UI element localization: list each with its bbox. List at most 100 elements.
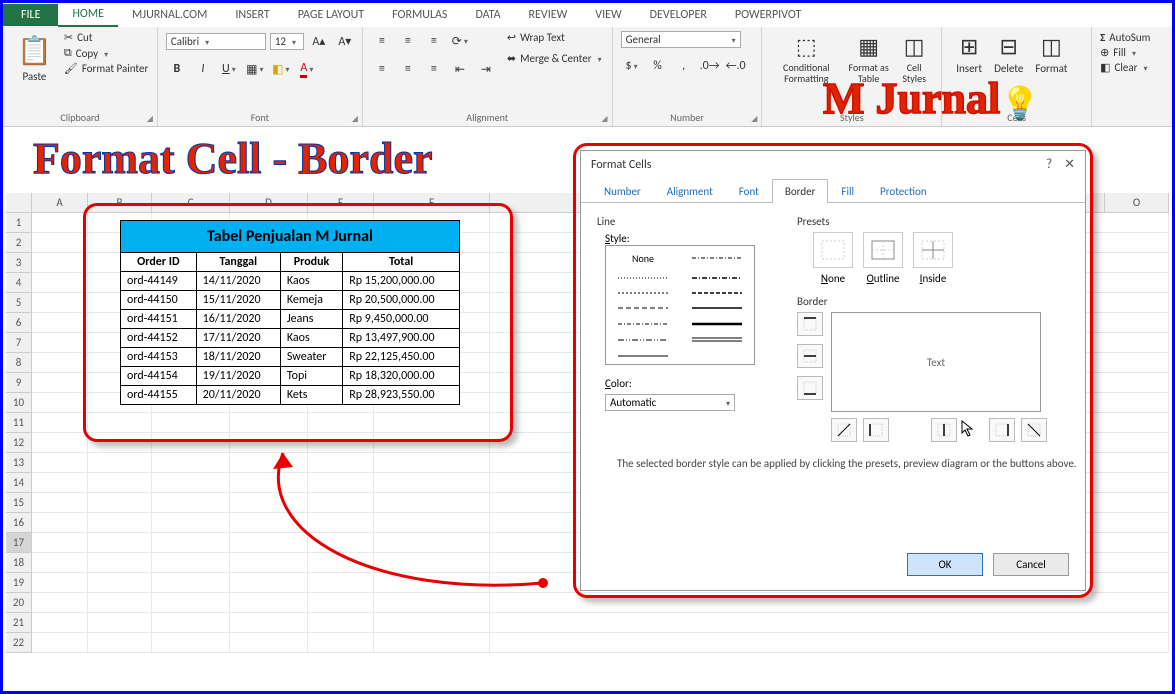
- row-header[interactable]: 9: [6, 373, 32, 393]
- border-diag-down-button[interactable]: [1021, 418, 1047, 442]
- align-right-icon[interactable]: ≡: [423, 59, 445, 79]
- help-icon[interactable]: ?: [1046, 157, 1052, 172]
- dialog-tab-font[interactable]: Font: [726, 179, 772, 203]
- font-color-button[interactable]: A: [296, 59, 318, 79]
- border-diag-up-button[interactable]: [831, 418, 857, 442]
- row-header[interactable]: 17: [6, 533, 32, 553]
- align-bottom-icon[interactable]: ≡: [423, 31, 445, 51]
- ok-button[interactable]: OK: [907, 553, 983, 576]
- row-header[interactable]: 5: [6, 293, 32, 313]
- increase-decimal-icon[interactable]: .0→: [699, 56, 721, 76]
- dialog-tab-fill[interactable]: Fill: [828, 179, 867, 203]
- decrease-decimal-icon[interactable]: ←.0: [725, 56, 747, 76]
- row-header[interactable]: 8: [6, 353, 32, 373]
- wrap-text-button[interactable]: ↩Wrap Text: [507, 31, 602, 44]
- border-preview[interactable]: Text: [831, 312, 1041, 412]
- format-as-table-button[interactable]: ▦Format as Table: [842, 31, 895, 86]
- row-header[interactable]: 22: [6, 633, 32, 653]
- tab-insert[interactable]: INSERT: [221, 4, 283, 26]
- tab-file[interactable]: FILE: [3, 4, 58, 26]
- number-launcher[interactable]: ◢: [751, 114, 757, 124]
- increase-font-icon[interactable]: A▴: [308, 31, 330, 51]
- cancel-button[interactable]: Cancel: [993, 553, 1069, 576]
- row-header[interactable]: 11: [6, 413, 32, 433]
- row-header[interactable]: 7: [6, 333, 32, 353]
- font-name-select[interactable]: Calibri: [166, 33, 266, 50]
- preset-inside[interactable]: Inside: [913, 232, 953, 285]
- cut-button[interactable]: ✂Cut: [64, 31, 148, 44]
- row-header[interactable]: 12: [6, 433, 32, 453]
- tab-data[interactable]: DATA: [461, 4, 514, 26]
- close-icon[interactable]: ✕: [1064, 157, 1075, 172]
- row-header[interactable]: 15: [6, 493, 32, 513]
- preset-outline[interactable]: Outline: [863, 232, 903, 285]
- merge-center-button[interactable]: ⬌Merge & Center: [507, 52, 602, 65]
- fill-color-button[interactable]: ◧: [270, 59, 292, 79]
- clipboard-launcher[interactable]: ◢: [147, 114, 153, 124]
- align-left-icon[interactable]: ≡: [371, 59, 393, 79]
- comma-format-icon[interactable]: ,: [673, 56, 695, 76]
- tab-powerpivot[interactable]: POWERPIVOT: [721, 4, 815, 26]
- format-painter-button[interactable]: 🖌Format Painter: [64, 62, 148, 75]
- row-header[interactable]: 19: [6, 573, 32, 593]
- dialog-tab-border[interactable]: Border: [772, 179, 829, 203]
- tab-mjurnalcom[interactable]: MJURNAL.COM: [118, 4, 221, 26]
- border-middle-h-button[interactable]: [797, 344, 823, 368]
- decrease-font-icon[interactable]: A▾: [334, 31, 356, 51]
- font-launcher[interactable]: ◢: [352, 114, 358, 124]
- dialog-tab-protection[interactable]: Protection: [867, 179, 940, 203]
- dialog-tab-alignment[interactable]: Alignment: [654, 179, 726, 203]
- row-header[interactable]: 10: [6, 393, 32, 413]
- indent-decrease-icon[interactable]: ⇤: [449, 59, 471, 79]
- tab-pagelayout[interactable]: PAGE LAYOUT: [284, 4, 378, 26]
- col-header[interactable]: A: [32, 193, 88, 212]
- italic-button[interactable]: I: [192, 59, 214, 79]
- row-header[interactable]: 1: [6, 213, 32, 233]
- accounting-format-icon[interactable]: $: [621, 56, 643, 76]
- border-color-select[interactable]: Automatic: [605, 394, 735, 411]
- delete-cells-button[interactable]: ⊟Delete: [988, 31, 1029, 77]
- align-middle-icon[interactable]: ≡: [397, 31, 419, 51]
- border-top-button[interactable]: [797, 312, 823, 336]
- clear-button[interactable]: ◧ Clear: [1100, 61, 1147, 74]
- font-size-select[interactable]: 12: [270, 33, 304, 50]
- tab-developer[interactable]: DEVELOPER: [636, 4, 721, 26]
- border-button[interactable]: ▦: [244, 59, 266, 79]
- insert-cells-button[interactable]: ⊞Insert: [950, 31, 988, 77]
- conditional-formatting-button[interactable]: ⬚Conditional Formatting: [770, 31, 842, 86]
- orientation-icon[interactable]: ⟳: [449, 31, 471, 51]
- row-header[interactable]: 18: [6, 553, 32, 573]
- align-top-icon[interactable]: ≡: [371, 31, 393, 51]
- cell-styles-button[interactable]: ◫Cell Styles: [895, 31, 933, 86]
- tab-home[interactable]: HOME: [58, 3, 118, 27]
- dialog-tab-number[interactable]: Number: [591, 179, 654, 203]
- fill-button[interactable]: ⊕ Fill: [1100, 46, 1136, 59]
- preset-none[interactable]: None: [813, 232, 853, 285]
- paste-button[interactable]: 📋 Paste: [11, 31, 58, 85]
- row-header[interactable]: 6: [6, 313, 32, 333]
- row-header[interactable]: 13: [6, 453, 32, 473]
- number-format-select[interactable]: General: [621, 31, 741, 48]
- format-cells-button[interactable]: ◫Format: [1029, 31, 1073, 77]
- row-header[interactable]: 4: [6, 273, 32, 293]
- row-header[interactable]: 21: [6, 613, 32, 633]
- border-middle-v-button[interactable]: [931, 418, 957, 442]
- bold-button[interactable]: B: [166, 59, 188, 79]
- alignment-launcher[interactable]: ◢: [601, 114, 607, 124]
- tab-view[interactable]: VIEW: [581, 4, 635, 26]
- copy-button[interactable]: ⧉Copy: [64, 46, 148, 60]
- row-header[interactable]: 16: [6, 513, 32, 533]
- tab-formulas[interactable]: FORMULAS: [378, 4, 461, 26]
- col-header[interactable]: O: [1105, 193, 1169, 212]
- row-header[interactable]: 14: [6, 473, 32, 493]
- underline-button[interactable]: U: [218, 59, 240, 79]
- row-header[interactable]: 3: [6, 253, 32, 273]
- border-bottom-button[interactable]: [797, 376, 823, 400]
- autosum-button[interactable]: Σ AutoSum: [1100, 31, 1150, 44]
- line-style-list[interactable]: None: [605, 245, 755, 365]
- border-left-button[interactable]: [863, 418, 889, 442]
- percent-format-icon[interactable]: %: [647, 56, 669, 76]
- align-center-icon[interactable]: ≡: [397, 59, 419, 79]
- border-right-button[interactable]: [989, 418, 1015, 442]
- indent-increase-icon[interactable]: ⇥: [475, 59, 497, 79]
